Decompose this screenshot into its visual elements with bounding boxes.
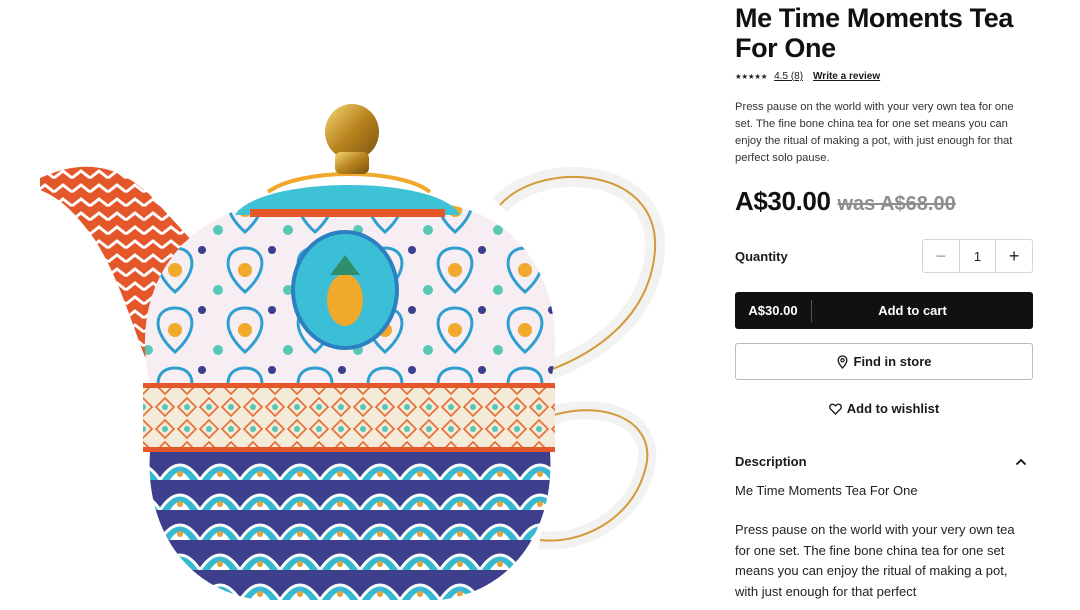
- product-image[interactable]: [0, 0, 700, 610]
- rating-value: 4.5: [774, 71, 789, 82]
- description-accordion-header[interactable]: Description: [735, 454, 1033, 469]
- price-row: A$30.00 was A$68.00: [735, 186, 1033, 217]
- product-title: Me Time Moments Tea For One: [735, 3, 1013, 63]
- quantity-label: Quantity: [735, 248, 788, 264]
- description-subtitle: Me Time Moments Tea For One: [735, 483, 918, 498]
- description-body: Press pause on the world with your very …: [735, 522, 1015, 599]
- rating-stars: ★★★★★: [735, 72, 768, 81]
- quantity-value[interactable]: 1: [960, 240, 996, 272]
- current-price: A$30.00: [735, 186, 831, 216]
- rating-row: ★★★★★ 4.5 (8) Write a review: [735, 71, 1033, 82]
- rating-link[interactable]: 4.5 (8): [774, 71, 803, 82]
- cart-button-label: Add to cart: [878, 303, 947, 318]
- decrease-quantity-button[interactable]: −: [923, 240, 960, 272]
- increase-quantity-button[interactable]: +: [995, 240, 1032, 272]
- product-info-panel: Me Time Moments Tea For One ★★★★★ 4.5 (8…: [735, 0, 1033, 602]
- quantity-row: Quantity − 1 +: [735, 239, 1033, 273]
- cart-button-price: A$30.00: [735, 299, 812, 322]
- product-blurb: Press pause on the world with your very …: [735, 101, 1014, 164]
- wishlist-label: Add to wishlist: [846, 401, 940, 416]
- write-review-link[interactable]: Write a review: [813, 71, 880, 82]
- map-pin-icon: [837, 354, 847, 369]
- quantity-stepper: − 1 +: [922, 239, 1033, 273]
- find-in-store-button[interactable]: Find in store: [735, 343, 1033, 380]
- add-to-wishlist-button[interactable]: Add to wishlist: [735, 401, 1033, 416]
- rating-count: (8): [790, 71, 804, 82]
- find-in-store-label: Find in store: [853, 354, 932, 369]
- description-heading: Description: [735, 454, 807, 469]
- chevron-up-icon: [1015, 458, 1027, 465]
- heart-icon: [828, 403, 842, 415]
- original-price: was A$68.00: [837, 193, 956, 215]
- add-to-cart-button[interactable]: A$30.00 Add to cart: [735, 292, 1033, 329]
